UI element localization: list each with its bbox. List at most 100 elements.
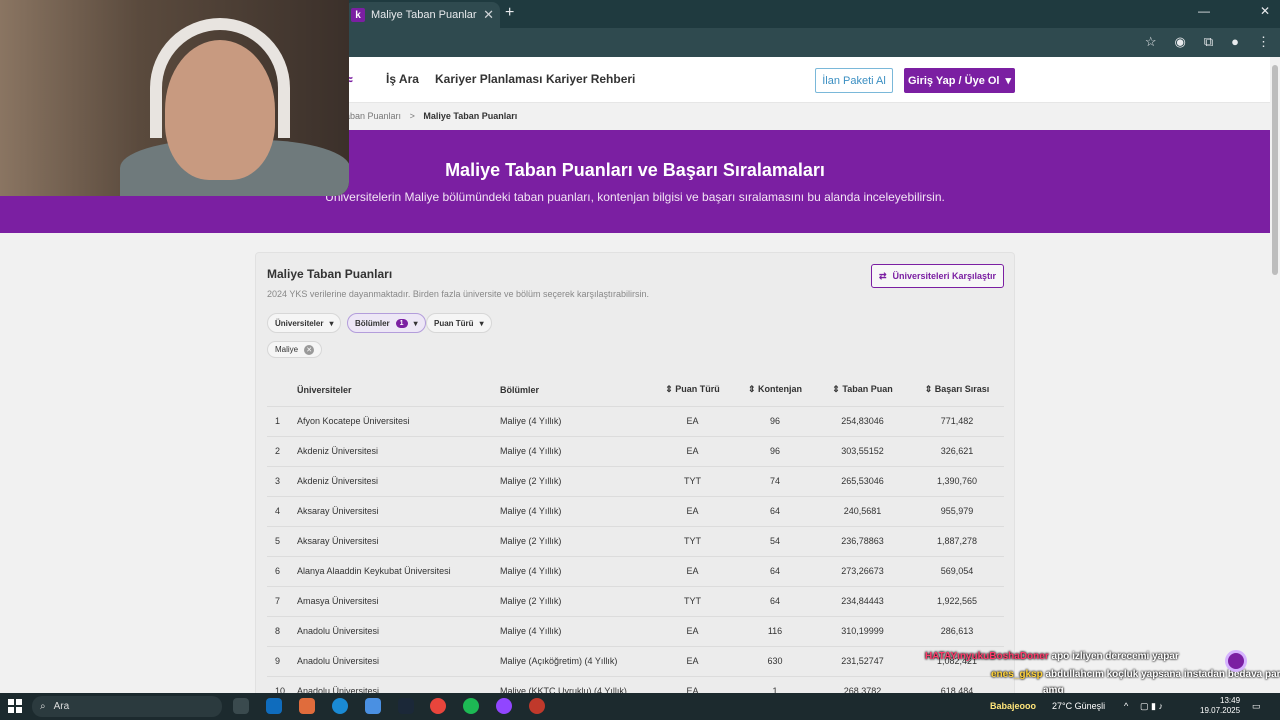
bookmark-star-icon[interactable]: ☆ (1145, 34, 1157, 50)
recording-app-icon[interactable] (529, 698, 545, 714)
minimize-button[interactable]: — (1198, 4, 1210, 18)
weather-widget[interactable]: 27°C Güneşli (1052, 701, 1105, 711)
task-view-icon[interactable] (233, 698, 249, 714)
sort-icon: ⇕ (747, 384, 756, 395)
login-register-button[interactable]: Giriş Yap / Üye Ol ▾ (904, 68, 1015, 93)
table-row[interactable]: 4 Aksaray Üniversitesi Maliye (4 Yıllık) EA… (267, 496, 1004, 527)
clock[interactable]: 13:49 19.07.2025 (1200, 696, 1240, 716)
ilan-paketi-button[interactable]: İlan Paketi Al (815, 68, 893, 93)
caret-down-icon: ▾ (413, 318, 418, 328)
close-window-button[interactable]: ✕ (1260, 4, 1270, 18)
filter-score-type-label: Puan Türü (434, 318, 474, 328)
taskbar-search[interactable]: ⌕ Ara (32, 696, 222, 717)
store-icon[interactable] (365, 698, 381, 714)
filter-score-type[interactable]: Puan Türü ▾ (426, 313, 492, 333)
row-base-score: 234,84443 (815, 586, 910, 617)
row-rank: 326,621 (910, 436, 1004, 467)
chat-username: enes_gksp (991, 669, 1043, 680)
table-row[interactable]: 8 Anadolu Üniversitesi Maliye (4 Yıllık) EA… (267, 616, 1004, 647)
table-row[interactable]: 9 Anadolu Üniversitesi Maliye (Açıköğretim… (267, 646, 1004, 677)
profile-avatar-icon[interactable]: ● (1231, 34, 1239, 50)
header-base-score[interactable]: ⇕ Taban Puan (815, 374, 910, 407)
row-department: Maliye (2 Yıllık) (500, 466, 650, 497)
row-index: 1 (267, 406, 297, 437)
table-row[interactable]: 10 Anadolu Üniversitesi Maliye (KKTC Uyruk… (267, 676, 1004, 693)
row-university: Afyon Kocatepe Üniversitesi (297, 406, 500, 437)
row-department: Maliye (2 Yıllık) (500, 526, 650, 557)
copilot-icon[interactable] (299, 698, 315, 714)
row-index: 5 (267, 526, 297, 557)
row-department: Maliye (4 Yıllık) (500, 616, 650, 647)
header-rank[interactable]: ⇕ Başarı Sırası (910, 374, 1004, 407)
notifications-icon[interactable]: ▭ (1252, 701, 1261, 712)
breadcrumb-parent[interactable]: aban Puanları (345, 111, 401, 121)
row-rank: 286,613 (910, 616, 1004, 647)
browser-tab-active[interactable]: k Maliye Taban Puanları ve Başar ✕ (345, 2, 500, 28)
scrollbar-thumb[interactable] (1272, 65, 1278, 275)
nav-kariyer-planlamasi[interactable]: Kariyer Planlaması (435, 72, 542, 86)
table-row[interactable]: 1 Afyon Kocatepe Üniversitesi Maliye (4 Yı… (267, 406, 1004, 437)
row-index: 9 (267, 646, 297, 677)
row-base-score: 273,26673 (815, 556, 910, 587)
row-rank: 955,979 (910, 496, 1004, 527)
chrome-icon[interactable] (430, 698, 446, 714)
caret-down-icon: ▾ (1005, 75, 1012, 87)
spotify-icon[interactable] (463, 698, 479, 714)
row-rank: 569,054 (910, 556, 1004, 587)
row-score-type: EA (650, 676, 735, 693)
chat-text: abdullahcım koçluk yapsana instadan beda… (1045, 669, 1280, 680)
page-scrollbar[interactable] (1270, 57, 1280, 693)
stream-overlay-orb-icon (1225, 650, 1247, 672)
table-row[interactable]: 5 Aksaray Üniversitesi Maliye (2 Yıllık) TY… (267, 526, 1004, 557)
breadcrumb-separator-icon: > (409, 111, 415, 121)
compare-universities-button[interactable]: ⇄ Üniversiteleri Karşılaştır (871, 264, 1004, 288)
extensions-puzzle-icon[interactable]: ⧉ (1204, 34, 1213, 50)
row-rank: 1,887,278 (910, 526, 1004, 557)
row-rank: 1,390,760 (910, 466, 1004, 497)
row-score-type: EA (650, 556, 735, 587)
chip-remove-icon[interactable]: ✕ (304, 344, 315, 355)
streaming-app-icon[interactable] (496, 698, 512, 714)
row-quota: 64 (735, 556, 815, 587)
row-university: Anadolu Üniversitesi (297, 646, 500, 677)
menu-kebab-icon[interactable]: ⋮ (1257, 34, 1270, 50)
table-row[interactable]: 3 Akdeniz Üniversitesi Maliye (2 Yıllık) TY… (267, 466, 1004, 497)
card-subtitle: 2024 YKS verilerine dayanmaktadır. Birde… (267, 289, 650, 299)
tray-icons[interactable]: ▢ ▮ ♪ (1140, 701, 1163, 712)
row-base-score: 268,3782 (815, 676, 910, 693)
extension-icon[interactable]: ◉ (1175, 34, 1186, 50)
row-rank: 618,484 (910, 676, 1004, 693)
filter-departments-label: Bölümler (355, 318, 390, 328)
table-row[interactable]: 2 Akdeniz Üniversitesi Maliye (4 Yıllık) EA… (267, 436, 1004, 467)
header-score-type[interactable]: ⇕ Puan Türü (650, 374, 735, 407)
start-windows-icon[interactable] (8, 699, 22, 713)
table-header-row: Üniversiteler Bölümler ⇕ Puan Türü ⇕ Kon… (267, 374, 1004, 407)
results-card: Maliye Taban Puanları 2024 YKS verilerin… (255, 252, 1015, 693)
outlook-icon[interactable] (266, 698, 282, 714)
row-base-score: 240,5681 (815, 496, 910, 527)
clock-date: 19.07.2025 (1200, 706, 1241, 715)
new-tab-button[interactable]: + (505, 4, 514, 22)
breadcrumb: aban Puanları > Maliye Taban Puanları (345, 111, 517, 121)
row-score-type: EA (650, 646, 735, 677)
table-row[interactable]: 7 Amasya Üniversitesi Maliye (2 Yıllık) TYT… (267, 586, 1004, 617)
row-department: Maliye (4 Yıllık) (500, 556, 650, 587)
nav-is-ara[interactable]: İş Ara (386, 72, 419, 86)
edge-icon[interactable] (332, 698, 348, 714)
steam-icon[interactable] (398, 698, 414, 714)
table-row[interactable]: 6 Alanya Alaaddin Keykubat Üniversitesi Ma… (267, 556, 1004, 587)
filter-departments[interactable]: Bölümler 1 ▾ (347, 313, 426, 333)
nav-kariyer-rehberi[interactable]: Kariyer Rehberi (546, 72, 635, 86)
row-university: Amasya Üniversitesi (297, 586, 500, 617)
header-index (267, 374, 297, 407)
filter-universities[interactable]: Üniversiteler ▾ (267, 313, 342, 333)
header-quota[interactable]: ⇕ Kontenjan (735, 374, 815, 407)
windows-taskbar: ⌕ Ara Babajeooo 27°C Güneşli ^ ▢ ▮ ♪ 13:… (0, 693, 1280, 720)
row-score-type: EA (650, 616, 735, 647)
row-base-score: 231,52747 (815, 646, 910, 677)
row-department: Maliye (4 Yıllık) (500, 436, 650, 467)
tray-chevron-icon[interactable]: ^ (1124, 701, 1128, 711)
header-rank-label: Başarı Sırası (934, 384, 990, 395)
row-index: 7 (267, 586, 297, 617)
tab-close-icon[interactable]: ✕ (483, 7, 494, 23)
